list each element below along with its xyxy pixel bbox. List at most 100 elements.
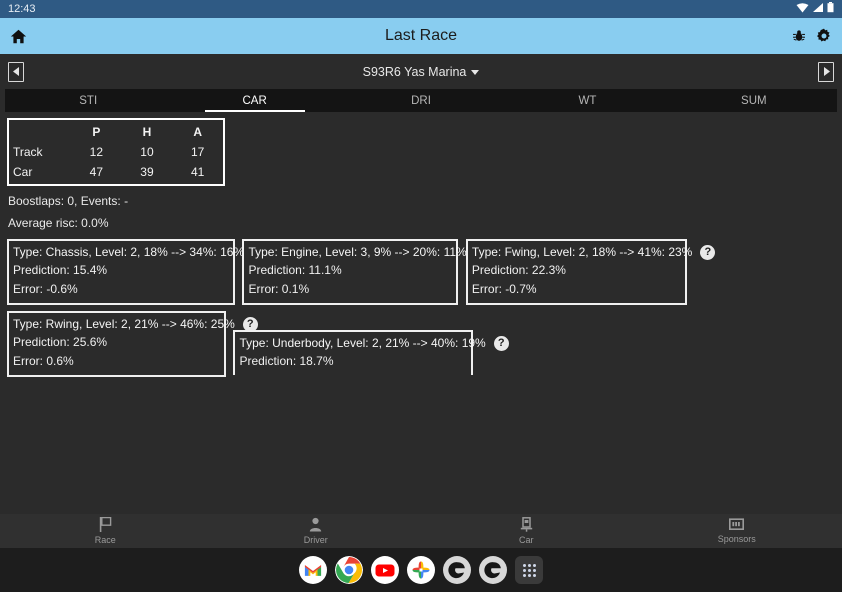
race-name-dropdown[interactable]: S93R6 Yas Marina: [0, 65, 842, 79]
part-card-prediction: Prediction: 25.6%: [13, 333, 220, 352]
app-drawer-icon[interactable]: [515, 556, 543, 584]
help-icon[interactable]: ?: [494, 336, 509, 351]
edge-app-icon[interactable]: [443, 556, 471, 584]
bottom-navigation: Race Driver Car Sponsors: [0, 514, 842, 548]
nav-item-sponsors-label: Sponsors: [718, 534, 756, 544]
tab-sum-label: SUM: [741, 95, 767, 107]
part-card-title: Type: Underbody, Level: 2, 21% --> 40%: …: [239, 335, 485, 352]
row-label-track: Track: [9, 142, 71, 162]
race-name-label: S93R6 Yas Marina: [363, 65, 467, 79]
dot: [528, 569, 531, 572]
col-head-h: H: [122, 122, 173, 142]
flag-icon: [99, 517, 112, 534]
car-panel-content: P H A Track 12 10 17 Car 47 39: [0, 112, 842, 514]
nav-item-car-label: Car: [519, 535, 534, 545]
nav-item-race[interactable]: Race: [0, 514, 211, 548]
car-h-value: 39: [122, 162, 173, 182]
android-dock: [0, 548, 842, 592]
edge-app-icon-2[interactable]: [479, 556, 507, 584]
nav-item-driver-label: Driver: [304, 535, 328, 545]
page-title: Last Race: [0, 27, 842, 45]
app-root: 12:43 Last Race: [0, 0, 842, 592]
part-card-prediction: Prediction: 11.1%: [248, 261, 452, 280]
youtube-app-icon[interactable]: [371, 556, 399, 584]
tab-dri[interactable]: DRI: [338, 89, 504, 112]
tab-dri-label: DRI: [411, 95, 431, 107]
tab-car-label: CAR: [242, 95, 266, 107]
status-bar: 12:43: [0, 0, 842, 18]
app-bar-actions: [792, 28, 832, 44]
gear-icon[interactable]: [816, 28, 832, 44]
home-icon[interactable]: [10, 28, 27, 45]
person-icon: [309, 517, 322, 534]
car-p-value: 47: [71, 162, 122, 182]
battery-icon: [827, 2, 834, 16]
race-selector: S93R6 Yas Marina: [0, 54, 842, 89]
part-card-title: Type: Engine, Level: 3, 9% --> 20%: 11%: [248, 244, 466, 261]
car-a-value: 41: [172, 162, 223, 182]
status-icons: [796, 2, 834, 16]
row-label-car: Car: [9, 162, 71, 182]
nav-item-sponsors[interactable]: Sponsors: [632, 514, 842, 548]
col-head-a: A: [172, 122, 223, 142]
track-p-value: 12: [71, 142, 122, 162]
app-bar: Last Race: [0, 18, 842, 54]
google-photos-app-icon[interactable]: [407, 556, 435, 584]
dot: [523, 574, 526, 577]
part-card-prediction: Prediction: 22.3%: [472, 261, 681, 280]
part-card-title: Type: Fwing, Level: 2, 18% --> 41%: 23%: [472, 244, 692, 261]
help-icon[interactable]: ?: [700, 245, 715, 260]
part-card-chassis[interactable]: Type: Chassis, Level: 2, 18% --> 34%: 16…: [7, 239, 235, 305]
average-risc-info: Average risc: 0.0%: [8, 216, 838, 230]
nav-item-driver[interactable]: Driver: [211, 514, 422, 548]
tab-wt-label: WT: [578, 95, 596, 107]
part-card-error: Error: 0.6%: [13, 352, 220, 371]
part-card-rwing[interactable]: Type: Rwing, Level: 2, 21% --> 46%: 25% …: [7, 311, 226, 377]
boostlaps-info: Boostlaps: 0, Events: -: [8, 194, 838, 208]
part-card-list: Type: Chassis, Level: 2, 18% --> 34%: 16…: [4, 239, 838, 383]
tab-car[interactable]: CAR: [171, 89, 337, 112]
part-card-header: Type: Underbody, Level: 2, 21% --> 40%: …: [239, 335, 467, 352]
part-card-engine[interactable]: Type: Engine, Level: 3, 9% --> 20%: 11% …: [242, 239, 458, 305]
chevron-down-icon: [471, 70, 479, 75]
nav-item-car[interactable]: Car: [421, 514, 632, 548]
stats-table: P H A Track 12 10 17 Car 47 39: [7, 118, 225, 186]
dot: [533, 574, 536, 577]
part-card-error: Error: 0.1%: [248, 280, 452, 299]
dot: [523, 564, 526, 567]
dot: [528, 564, 531, 567]
money-icon: [729, 518, 744, 533]
part-card-header: Type: Rwing, Level: 2, 21% --> 46%: 25% …: [13, 316, 220, 333]
track-a-value: 17: [172, 142, 223, 162]
table-row: Track 12 10 17: [9, 142, 223, 162]
nav-item-race-label: Race: [95, 535, 116, 545]
gmail-app-icon[interactable]: [299, 556, 327, 584]
dot: [533, 569, 536, 572]
signal-icon: [812, 2, 824, 16]
tab-wt[interactable]: WT: [504, 89, 670, 112]
part-card-prediction: Prediction: 18.7%: [239, 352, 467, 371]
part-card-error: Error: -0.6%: [13, 280, 229, 299]
part-card-underbody[interactable]: Type: Underbody, Level: 2, 21% --> 40%: …: [233, 330, 473, 375]
tab-sum[interactable]: SUM: [671, 89, 837, 112]
col-head-p: P: [71, 122, 122, 142]
tab-sti-label: STI: [79, 95, 97, 107]
part-card-fwing[interactable]: Type: Fwing, Level: 2, 18% --> 41%: 23% …: [466, 239, 687, 305]
table-row: Car 47 39 41: [9, 162, 223, 182]
bug-icon[interactable]: [792, 29, 806, 43]
chrome-app-icon[interactable]: [335, 556, 363, 584]
wifi-icon: [796, 2, 809, 16]
car-icon: [520, 517, 533, 534]
track-h-value: 10: [122, 142, 173, 162]
dot: [528, 574, 531, 577]
part-card-header: Type: Chassis, Level: 2, 18% --> 34%: 16…: [13, 244, 229, 261]
part-card-error: Error: -0.7%: [472, 280, 681, 299]
part-card-title: Type: Rwing, Level: 2, 21% --> 46%: 25%: [13, 316, 235, 333]
dot: [523, 569, 526, 572]
status-time: 12:43: [8, 3, 36, 15]
tab-sti[interactable]: STI: [5, 89, 171, 112]
part-card-title: Type: Chassis, Level: 2, 18% --> 34%: 16…: [13, 244, 244, 261]
col-head-blank: [9, 122, 71, 142]
dot: [533, 564, 536, 567]
table-header-row: P H A: [9, 122, 223, 142]
